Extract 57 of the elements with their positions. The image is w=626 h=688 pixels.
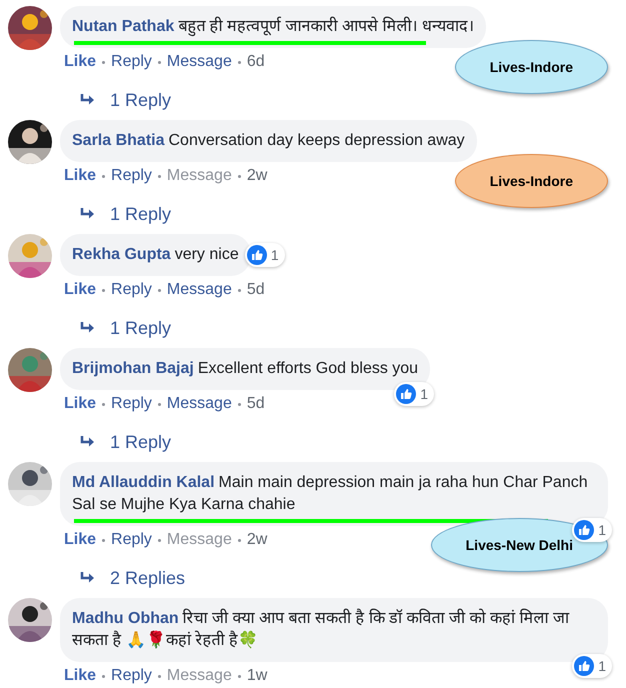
comment-text: Md Allauddin Kalal Main main depression main ja raha hun Char Panch Sal se Mujhe Kya Karna chahie — [72, 473, 589, 515]
timestamp: 1w — [246, 666, 268, 686]
comment-text: Madhu Obhan रिचा जी क्या आप बता सकती है कि डॉ कविता जी को कहां मिला जा सकता है 🙏🌹कहां रेहती है🍀 — [72, 608, 570, 651]
message-link[interactable]: Message — [166, 394, 232, 414]
message-link[interactable]: Message — [166, 280, 232, 300]
reaction-count: 1 — [598, 657, 606, 675]
reply-link[interactable]: Reply — [111, 280, 152, 300]
reaction-count: 1 — [598, 521, 606, 539]
reaction-count: 1 — [420, 385, 428, 403]
thumbs-up-icon — [574, 520, 594, 540]
reaction-badge[interactable]: 1 — [572, 654, 612, 678]
reply-link[interactable]: Reply — [111, 394, 152, 414]
reaction-badge[interactable]: 1 — [394, 382, 434, 406]
reply-arrow-icon — [80, 93, 96, 107]
view-replies-link[interactable]: 1 Reply — [110, 318, 172, 338]
view-replies-link[interactable]: 1 Reply — [110, 204, 172, 224]
comment-text: Brijmohan Bajaj Excellent efforts God bless you — [72, 359, 418, 379]
message-link[interactable]: Message — [166, 52, 232, 72]
comment-text: Rekha Gupta very nice — [72, 245, 239, 265]
timestamp: 6d — [246, 52, 265, 72]
like-link[interactable]: Like — [64, 394, 96, 414]
location-label: Lives-Indore — [454, 154, 608, 208]
author-name[interactable]: Md Allauddin Kalal — [72, 474, 215, 491]
thumbs-up-icon — [396, 384, 416, 404]
timestamp: 5d — [246, 280, 265, 300]
reply-link[interactable]: Reply — [111, 666, 152, 686]
reaction-badge[interactable]: 1 — [244, 243, 285, 267]
thumbs-up-icon — [246, 245, 267, 265]
reaction-count: 1 — [270, 246, 279, 264]
reply-arrow-icon — [80, 435, 96, 449]
reply-link[interactable]: Reply — [111, 52, 152, 72]
view-replies-link[interactable]: 1 Reply — [110, 432, 172, 452]
author-name[interactable]: Nutan Pathak — [72, 18, 174, 35]
author-name[interactable]: Brijmohan Bajaj — [72, 360, 194, 377]
like-link[interactable]: Like — [64, 280, 96, 300]
like-link[interactable]: Like — [64, 666, 96, 686]
reply-arrow-icon — [80, 207, 96, 221]
like-link[interactable]: Like — [64, 52, 96, 72]
reply-link[interactable]: Reply — [111, 530, 152, 550]
reply-arrow-icon — [80, 321, 96, 335]
like-link[interactable]: Like — [64, 166, 96, 186]
reaction-badge[interactable]: 1 — [572, 518, 612, 542]
view-replies-link[interactable]: 2 Replies — [110, 568, 186, 588]
timestamp: 2w — [246, 530, 268, 550]
author-name[interactable]: Madhu Obhan — [72, 610, 179, 627]
like-link[interactable]: Like — [64, 530, 96, 550]
reply-arrow-icon — [80, 571, 96, 585]
author-name[interactable]: Rekha Gupta — [72, 246, 171, 263]
reply-link[interactable]: Reply — [111, 166, 152, 186]
comment-text: Nutan Pathak बहुत ही महत्वपूर्ण जानकारी आपसे मिली। धन्यवाद। — [72, 16, 474, 38]
comment-text: Sarla Bhatia Conversation day keeps depression away — [72, 131, 465, 151]
view-replies-link[interactable]: 1 Reply — [110, 90, 172, 110]
author-name[interactable]: Sarla Bhatia — [72, 132, 164, 149]
location-label: Lives-Indore — [454, 40, 608, 94]
timestamp: 2w — [246, 166, 268, 186]
timestamp: 5d — [246, 394, 265, 414]
thumbs-up-icon — [574, 656, 594, 676]
